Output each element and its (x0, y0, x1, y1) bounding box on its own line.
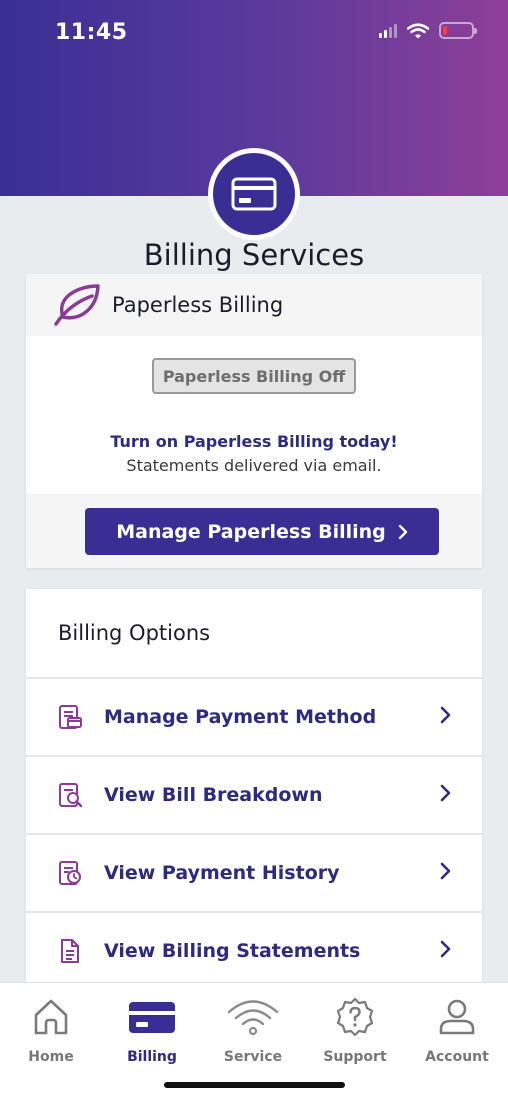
manage-paperless-billing-button[interactable]: Manage Paperless Billing (85, 508, 439, 555)
tab-label: Service (223, 1049, 283, 1065)
battery-icon (439, 22, 477, 39)
chevron-right-icon (440, 862, 451, 880)
payment-history-icon (56, 859, 84, 887)
tab-label: Home (28, 1049, 74, 1065)
help-icon (336, 997, 374, 1037)
home-icon (34, 999, 68, 1035)
chevron-right-icon (440, 940, 451, 958)
page-title: Billing Services (143, 238, 365, 272)
paperless-header: Paperless Billing (26, 274, 482, 336)
tab-support[interactable]: Support (305, 995, 405, 1065)
wifi-status-icon (407, 22, 429, 38)
credit-card-icon (231, 177, 277, 211)
option-label: Manage Payment Method (104, 706, 377, 728)
billing-statement-icon (56, 937, 84, 965)
home-indicator[interactable] (164, 1082, 345, 1088)
billing-options-title: Billing Options (26, 589, 482, 679)
status-bar: 11:45 (0, 0, 508, 70)
option-label: View Bill Breakdown (104, 784, 323, 806)
tab-account[interactable]: Account (407, 995, 507, 1065)
tab-label: Billing (127, 1049, 177, 1065)
option-label: View Billing Statements (104, 940, 361, 962)
paperless-status-button[interactable]: Paperless Billing Off (152, 358, 356, 394)
paperless-billing-card: Paperless Billing Paperless Billing Off … (26, 274, 482, 568)
billing-options-card: Billing Options Manage Payment Method Vi… (26, 589, 482, 989)
billing-badge (208, 148, 300, 240)
credit-card-icon (129, 1002, 175, 1033)
chevron-right-icon (440, 784, 451, 802)
tab-billing[interactable]: Billing (102, 995, 202, 1065)
tab-label: Support (323, 1049, 387, 1065)
chevron-right-icon (440, 706, 451, 724)
option-label: View Payment History (104, 862, 340, 884)
tab-label: Account (425, 1049, 489, 1065)
signal-icon (379, 23, 397, 38)
option-view-payment-history[interactable]: View Payment History (26, 835, 482, 913)
wifi-icon (227, 1000, 279, 1036)
user-icon (439, 999, 475, 1035)
option-manage-payment-method[interactable]: Manage Payment Method (26, 679, 482, 757)
option-view-bill-breakdown[interactable]: View Bill Breakdown (26, 757, 482, 835)
option-view-billing-statements[interactable]: View Billing Statements (26, 913, 482, 989)
manage-paperless-billing-label: Manage Paperless Billing (116, 520, 386, 543)
promo-subtitle: Statements delivered via email. (126, 456, 382, 475)
leaf-icon (54, 284, 100, 326)
bill-breakdown-icon (56, 781, 84, 809)
paperless-header-label: Paperless Billing (112, 293, 284, 317)
tab-home[interactable]: Home (1, 995, 101, 1065)
chevron-right-icon (398, 524, 407, 539)
tab-service[interactable]: Service (203, 995, 303, 1065)
payment-method-icon (56, 703, 84, 731)
status-time: 11:45 (55, 20, 128, 45)
promo-title: Turn on Paperless Billing today! (110, 432, 398, 451)
